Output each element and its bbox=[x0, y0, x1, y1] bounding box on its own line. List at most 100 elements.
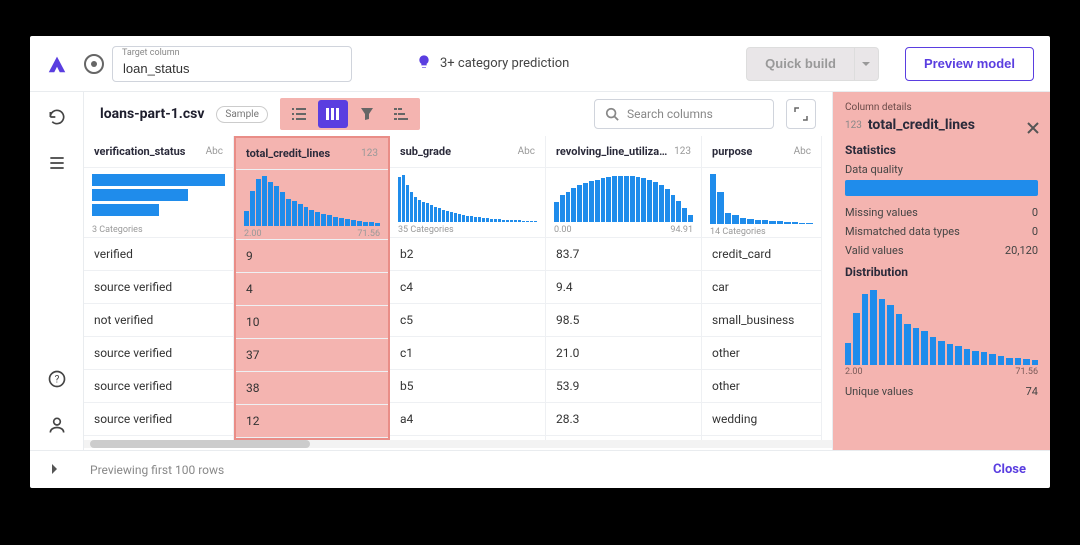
viz-caption-left: 0.00 bbox=[554, 225, 572, 235]
dist-min: 2.00 bbox=[845, 367, 863, 377]
distribution-chart bbox=[845, 285, 1038, 365]
stat-row: Valid values20,120 bbox=[845, 244, 1038, 257]
svg-text:?: ? bbox=[54, 374, 59, 385]
close-details-button[interactable] bbox=[1026, 120, 1040, 139]
column-header[interactable]: sub_gradeAbc bbox=[390, 136, 545, 168]
table-cell[interactable]: 98.5 bbox=[546, 304, 701, 337]
column-verification_status[interactable]: verification_statusAbc3 Categoriesverifi… bbox=[84, 136, 234, 440]
table-cell[interactable]: 37 bbox=[236, 339, 388, 372]
stat-label: Unique values bbox=[845, 385, 913, 398]
column-revolving_line_utiliza…[interactable]: revolving_line_utiliza…1230.0094.9183.79… bbox=[546, 136, 702, 440]
footer-close-button[interactable]: Close bbox=[993, 462, 1026, 477]
target-column-label: Target column bbox=[122, 48, 180, 58]
table-cell[interactable]: 9.4 bbox=[546, 271, 701, 304]
column-type: Abc bbox=[206, 146, 223, 157]
expand-icon bbox=[794, 107, 808, 121]
table-cell[interactable]: wedding bbox=[702, 403, 821, 436]
table-cell[interactable]: other bbox=[702, 337, 821, 370]
table-cell[interactable]: source verified bbox=[84, 403, 233, 436]
table-cell[interactable]: other bbox=[702, 370, 821, 403]
left-nav-rail: ? bbox=[30, 92, 84, 450]
stat-row: Unique values 74 bbox=[845, 385, 1038, 398]
column-mini-chart: 35 Categories bbox=[390, 168, 545, 238]
table-cell[interactable]: source verified bbox=[84, 370, 233, 403]
refresh-icon[interactable] bbox=[46, 106, 68, 128]
viz-caption-left: 35 Categories bbox=[398, 225, 454, 235]
view-columns-button[interactable] bbox=[318, 100, 348, 128]
content-area: loans-part-1.csv Sample Search columns bbox=[84, 92, 832, 450]
column-sub_grade[interactable]: sub_gradeAbc 35 Categories b2c4c5c1b5a4 bbox=[390, 136, 546, 440]
app-logo-icon bbox=[46, 53, 68, 75]
column-name: purpose bbox=[712, 145, 752, 158]
table-cell[interactable]: small_business bbox=[702, 304, 821, 337]
stat-value: 0 bbox=[1032, 206, 1038, 219]
user-icon[interactable] bbox=[46, 414, 68, 436]
table-cell[interactable]: source verified bbox=[84, 271, 233, 304]
column-header[interactable]: total_credit_lines123 bbox=[236, 138, 388, 170]
viz-caption-right: 71.56 bbox=[357, 229, 380, 239]
quick-build-dropdown[interactable] bbox=[855, 47, 879, 81]
column-header[interactable]: verification_statusAbc bbox=[84, 136, 233, 168]
prediction-type: 3+ category prediction bbox=[416, 54, 569, 74]
footer-expand-button[interactable] bbox=[48, 460, 60, 479]
sort-button[interactable] bbox=[386, 100, 416, 128]
table-cell[interactable]: source verified bbox=[84, 337, 233, 370]
column-details-panel: Column details 123 total_credit_lines St… bbox=[832, 92, 1050, 450]
table-cell[interactable]: c4 bbox=[390, 271, 545, 304]
table-cell[interactable]: 83.7 bbox=[546, 238, 701, 271]
main-area: ? loans-part-1.csv Sample Search columns bbox=[30, 92, 1050, 450]
filter-button[interactable] bbox=[352, 100, 382, 128]
lightbulb-icon bbox=[416, 54, 432, 74]
view-list-button[interactable] bbox=[284, 100, 314, 128]
statistics-heading: Statistics bbox=[845, 143, 1038, 157]
table-cell[interactable]: a4 bbox=[390, 403, 545, 436]
column-mini-chart: 3 Categories bbox=[84, 168, 233, 238]
preview-model-button[interactable]: Preview model bbox=[905, 47, 1034, 81]
table-cell[interactable]: c5 bbox=[390, 304, 545, 337]
table-cell[interactable]: 21.0 bbox=[546, 337, 701, 370]
table-cell[interactable]: 10 bbox=[236, 306, 388, 339]
column-purpose[interactable]: purpose Abc 14 Categoriescredit_cardcarsma… bbox=[702, 136, 822, 440]
table-cell[interactable]: verified bbox=[84, 238, 233, 271]
search-columns-input[interactable]: Search columns bbox=[594, 99, 774, 129]
table-cell[interactable]: 9 bbox=[236, 240, 388, 273]
horizontal-scrollbar[interactable] bbox=[84, 440, 832, 448]
stat-label: Valid values bbox=[845, 244, 904, 257]
column-name: total_credit_lines bbox=[246, 147, 330, 160]
stat-label: Mismatched data types bbox=[845, 225, 960, 238]
viz-caption-left: 14 Categories bbox=[710, 227, 766, 237]
table-cell[interactable]: 38 bbox=[236, 372, 388, 405]
table-cell[interactable]: 53.9 bbox=[546, 370, 701, 403]
table-cell[interactable]: b5 bbox=[390, 370, 545, 403]
app-window: Target column 3+ category prediction Qui… bbox=[30, 36, 1050, 488]
quick-build-button[interactable]: Quick build bbox=[746, 47, 855, 81]
column-type: 123 bbox=[674, 146, 691, 157]
preview-row-count: Previewing first 100 rows bbox=[90, 463, 224, 477]
prediction-type-label: 3+ category prediction bbox=[440, 56, 569, 71]
sample-badge: Sample bbox=[216, 106, 268, 123]
table-cell[interactable]: c1 bbox=[390, 337, 545, 370]
distribution-heading: Distribution bbox=[845, 265, 1038, 279]
stat-value: 74 bbox=[1026, 385, 1038, 398]
column-total_credit_lines[interactable]: total_credit_lines1232.0071.569410373812 bbox=[234, 136, 390, 440]
column-type: Abc bbox=[794, 146, 811, 157]
table-cell[interactable]: not verified bbox=[84, 304, 233, 337]
details-panel-label: Column details bbox=[845, 102, 1038, 113]
list-icon[interactable] bbox=[46, 152, 68, 174]
table-cell[interactable]: 4 bbox=[236, 273, 388, 306]
table-cell[interactable]: b2 bbox=[390, 238, 545, 271]
table-cell[interactable]: 12 bbox=[236, 405, 388, 438]
help-icon[interactable]: ? bbox=[46, 368, 68, 390]
column-header[interactable]: revolving_line_utiliza…123 bbox=[546, 136, 701, 168]
data-quality-bar bbox=[845, 180, 1038, 196]
expand-button[interactable] bbox=[786, 99, 816, 129]
column-name: sub_grade bbox=[400, 145, 451, 158]
top-bar: Target column 3+ category prediction Qui… bbox=[30, 36, 1050, 92]
data-grid[interactable]: verification_statusAbc3 Categoriesverifi… bbox=[84, 136, 832, 450]
column-mini-chart: 2.0071.56 bbox=[236, 170, 388, 240]
column-header[interactable]: purpose Abc bbox=[702, 136, 821, 168]
table-cell[interactable]: car bbox=[702, 271, 821, 304]
table-cell[interactable]: 28.3 bbox=[546, 403, 701, 436]
stat-label: Missing values bbox=[845, 206, 918, 219]
table-cell[interactable]: credit_card bbox=[702, 238, 821, 271]
